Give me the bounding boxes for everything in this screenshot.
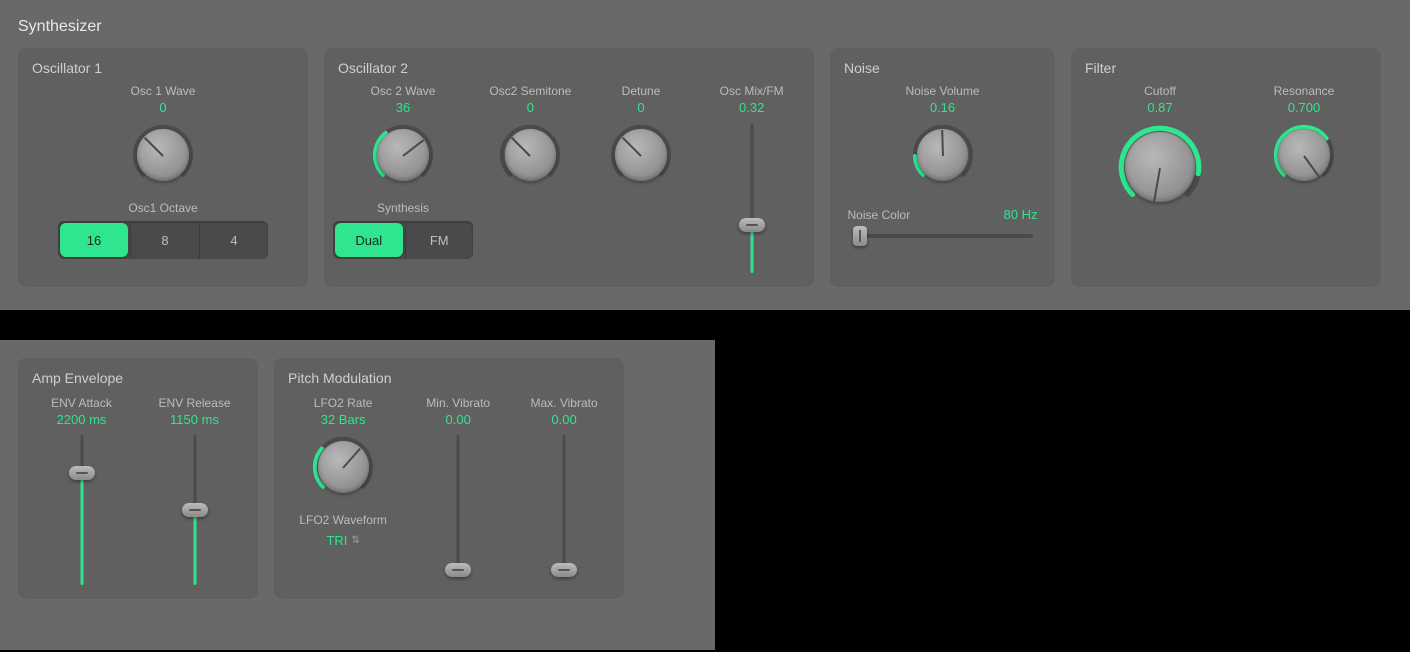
- panel-title-pitch: Pitch Modulation: [288, 370, 610, 386]
- max-vibrato-slider[interactable]: [549, 435, 579, 570]
- noise-color-value: 80 Hz: [1004, 207, 1038, 222]
- seg-option-dual[interactable]: Dual: [335, 223, 403, 257]
- osc1-wave-knob[interactable]: [131, 123, 195, 187]
- lfo2-waveform-value: TRI: [326, 533, 347, 548]
- max-vibrato-value: 0.00: [551, 412, 576, 427]
- osc1-octave-seg: 1684: [58, 221, 268, 259]
- seg-option-fm[interactable]: FM: [405, 221, 474, 259]
- seg-option-8[interactable]: 8: [130, 221, 199, 259]
- panel-title-amp: Amp Envelope: [32, 370, 244, 386]
- osc2-wave-value: 36: [396, 100, 410, 115]
- noise-volume-label: Noise Volume: [905, 84, 979, 98]
- osc2-synthesis-seg: DualFM: [333, 221, 473, 259]
- panel-oscillator-2: Oscillator 2 Osc 2 Wave 36 Synthesis Dua…: [324, 48, 814, 287]
- filter-resonance-value: 0.700: [1288, 100, 1321, 115]
- amp-attack-label: ENV Attack: [51, 396, 112, 410]
- osc2-semitone-label: Osc2 Semitone: [489, 84, 571, 98]
- osc2-semitone-knob[interactable]: [498, 123, 562, 187]
- filter-cutoff-value: 0.87: [1147, 100, 1172, 115]
- panel-noise: Noise Noise Volume 0.16 Noise Color 80 H…: [830, 48, 1055, 287]
- osc2-synthesis-label: Synthesis: [377, 201, 429, 215]
- min-vibrato-value: 0.00: [446, 412, 471, 427]
- seg-option-16[interactable]: 16: [60, 223, 128, 257]
- lfo2-waveform-select[interactable]: TRI ⇅: [326, 533, 359, 548]
- amp-attack-value: 2200 ms: [57, 412, 107, 427]
- amp-release-slider[interactable]: [180, 435, 210, 585]
- filter-cutoff-label: Cutoff: [1144, 84, 1176, 98]
- filter-resonance-label: Resonance: [1274, 84, 1335, 98]
- lfo2-rate-label: LFO2 Rate: [314, 396, 373, 410]
- min-vibrato-slider[interactable]: [443, 435, 473, 570]
- lfo2-waveform-label: LFO2 Waveform: [299, 513, 387, 527]
- osc1-wave-value: 0: [159, 100, 166, 115]
- noise-color-slider[interactable]: [853, 228, 1033, 244]
- osc2-mix-label: Osc Mix/FM: [720, 84, 784, 98]
- osc2-detune-value: 0: [637, 100, 644, 115]
- amp-release-label: ENV Release: [158, 396, 230, 410]
- noise-volume-knob[interactable]: [911, 123, 975, 187]
- panel-title-osc1: Oscillator 1: [32, 60, 294, 76]
- panel-title-noise: Noise: [844, 60, 1041, 76]
- lfo2-rate-knob[interactable]: [311, 435, 375, 499]
- panel-filter: Filter Cutoff 0.87 Resonance 0.700: [1071, 48, 1381, 287]
- filter-resonance-knob[interactable]: [1272, 123, 1336, 187]
- osc2-wave-label: Osc 2 Wave: [371, 84, 436, 98]
- panel-oscillator-1: Oscillator 1 Osc 1 Wave 0 Osc1 Octave 16…: [18, 48, 308, 287]
- chevron-updown-icon: ⇅: [351, 535, 359, 546]
- panel-pitch-modulation: Pitch Modulation LFO2 Rate 32 Bars LFO2 …: [274, 358, 624, 599]
- osc2-semitone-value: 0: [527, 100, 534, 115]
- osc1-octave-label: Osc1 Octave: [128, 201, 197, 215]
- osc2-mix-value: 0.32: [739, 100, 764, 115]
- panel-amp-envelope: Amp Envelope ENV Attack 2200 ms ENV Rele…: [18, 358, 258, 599]
- amp-attack-slider[interactable]: [67, 435, 97, 585]
- seg-option-4[interactable]: 4: [199, 221, 268, 259]
- panel-title-osc2: Oscillator 2: [338, 60, 800, 76]
- noise-color-label: Noise Color: [848, 208, 911, 222]
- lfo2-rate-value: 32 Bars: [321, 412, 366, 427]
- osc1-wave-label: Osc 1 Wave: [131, 84, 196, 98]
- max-vibrato-label: Max. Vibrato: [530, 396, 597, 410]
- osc2-detune-knob[interactable]: [609, 123, 673, 187]
- noise-volume-value: 0.16: [930, 100, 955, 115]
- osc2-mix-slider[interactable]: [737, 123, 767, 273]
- osc2-detune-label: Detune: [622, 84, 661, 98]
- page-title: Synthesizer: [18, 18, 1392, 36]
- filter-cutoff-knob[interactable]: [1116, 123, 1204, 211]
- panel-title-filter: Filter: [1085, 60, 1367, 76]
- osc2-wave-knob[interactable]: [371, 123, 435, 187]
- min-vibrato-label: Min. Vibrato: [426, 396, 490, 410]
- amp-release-value: 1150 ms: [170, 412, 219, 427]
